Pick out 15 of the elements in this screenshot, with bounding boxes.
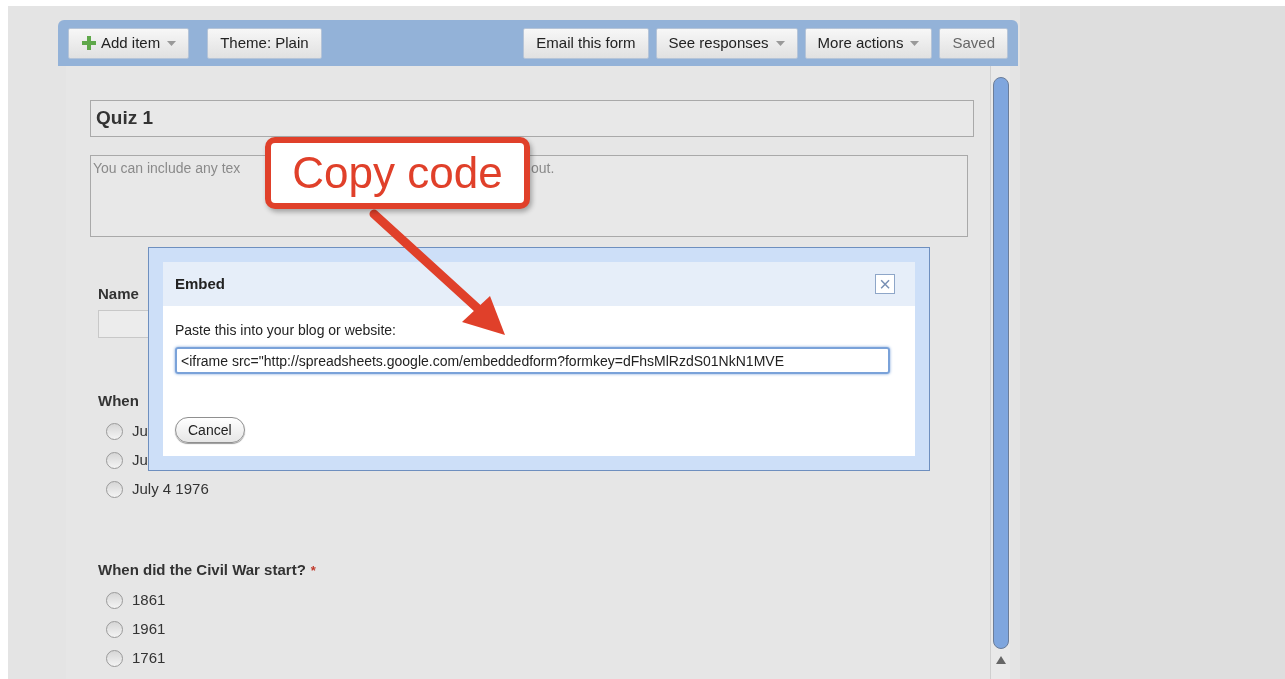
option-label: Ju bbox=[132, 449, 148, 470]
option-label: Ju bbox=[132, 420, 148, 441]
description-placeholder: out. bbox=[531, 159, 555, 178]
copy-code-tooltip: Copy code bbox=[265, 137, 530, 209]
question-label: When did the Civil War start? bbox=[98, 560, 306, 580]
option-label: 1861 bbox=[132, 590, 166, 611]
description-placeholder: You can include any tex bbox=[93, 159, 241, 178]
required-mark: * bbox=[310, 561, 316, 580]
dialog-title: Embed bbox=[175, 273, 225, 294]
option-label: July 4 1976 bbox=[132, 478, 209, 499]
dialog-prompt: Paste this into your blog or website: bbox=[175, 321, 397, 340]
question-label: Name bbox=[98, 284, 139, 304]
option-label: 1961 bbox=[132, 619, 166, 640]
question-label: When bbox=[98, 390, 139, 411]
option-label: 1761 bbox=[132, 648, 166, 669]
